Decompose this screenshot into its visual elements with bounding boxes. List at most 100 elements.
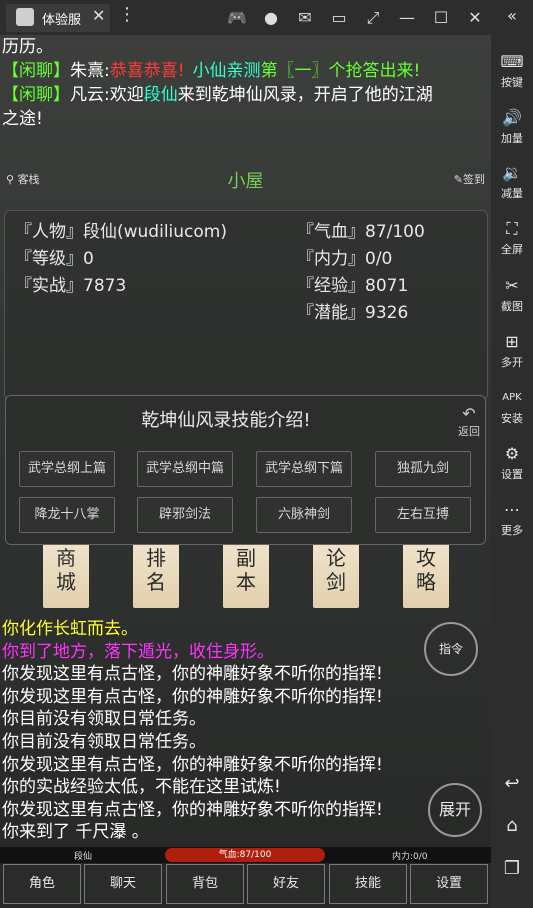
bottom-nav: 角色 聊天 背包 好友 技能 设置 [0, 864, 491, 908]
scroll-shop[interactable]: 商城 [43, 540, 89, 608]
sidebar-label: 截图 [501, 300, 523, 313]
nav-friends[interactable]: 好友 [247, 864, 325, 904]
scroll-ranking[interactable]: 排名 [133, 540, 179, 608]
minimize-icon[interactable]: — [396, 7, 418, 29]
scroll-guide[interactable]: 攻略 [403, 540, 449, 608]
chat-text: 恭喜恭喜! [109, 61, 185, 81]
stat-exp: 『经验』8071 [297, 276, 409, 296]
sidebar-item-install[interactable]: APK 安装 [491, 388, 533, 426]
chat-sender: 凡云: [70, 85, 110, 105]
nav-chat[interactable]: 聊天 [84, 864, 162, 904]
player-status-bar: 段仙 气血:87/100 内力:0/0 [0, 847, 491, 863]
stat-level: 『等级』0 [15, 249, 94, 269]
scissors-icon: ✂ [505, 276, 519, 295]
recent-apps-icon[interactable]: ❐ [491, 858, 533, 879]
skill-button[interactable]: 左右互搏 [375, 497, 471, 533]
chat-line: 历历。 [2, 35, 490, 59]
dialog-back-button[interactable]: ↶ 返回 [458, 404, 480, 439]
chat-text: 第〖一〗个抢答出来! [260, 61, 421, 81]
account-icon[interactable]: ● [260, 7, 282, 29]
sidebar-label: 按键 [501, 76, 523, 89]
multi-open-icon: ⊞ [505, 332, 519, 351]
sidebar-label: 全屏 [501, 243, 523, 256]
fullscreen-icon: ⛶ [506, 219, 518, 238]
scroll-label: 论剑 [326, 546, 346, 594]
log-line: 你发现这里有点古怪，你的神雕好象不听你的指挥! [2, 664, 383, 685]
gear-icon: ⚙ [504, 444, 520, 463]
collapse-sidebar-icon[interactable]: « [491, 6, 533, 25]
sidebar-item-settings[interactable]: ⚙ 设置 [491, 444, 533, 482]
sidebar-item-volume-down[interactable]: 🔉 减量 [491, 163, 533, 201]
sidebar-item-keys[interactable]: ⌨ 按键 [491, 52, 533, 90]
log-line: 你发现这里有点古怪，你的神雕好象不听你的指挥! [2, 754, 383, 775]
sidebar-label: 加量 [501, 132, 523, 145]
status-mp: 内力:0/0 [392, 852, 428, 862]
scroll-duel[interactable]: 论剑 [313, 540, 359, 608]
skill-button[interactable]: 武学总纲上篇 [19, 451, 115, 487]
sign-in-link[interactable]: ✎签到 [454, 171, 485, 187]
sidebar-label: 多开 [501, 356, 523, 369]
character-stats-panel: 『人物』段仙(wudiliucom) 『等级』0 『实战』7873 『气血』87… [4, 210, 488, 400]
log-line: 你发现这里有点古怪，你的神雕好象不听你的指挥! [2, 799, 383, 820]
status-player-name: 段仙 [74, 852, 93, 862]
log-line: 你化作长虹而去。 [2, 619, 138, 639]
stat-person: 『人物』段仙(wudiliucom) [15, 222, 227, 242]
stat-mp: 『内力』0/0 [297, 249, 393, 269]
nav-backpack[interactable]: 背包 [166, 864, 244, 904]
sidebar-label: 更多 [501, 524, 523, 537]
sign-in-label: 签到 [463, 173, 485, 186]
back-label: 返回 [458, 425, 480, 438]
sidebar-item-fullscreen[interactable]: ⛶ 全屏 [491, 219, 533, 257]
pin-icon[interactable]: ⤢ [362, 7, 384, 29]
close-icon[interactable]: ✕ [464, 7, 486, 29]
expand-button[interactable]: 展开 [428, 783, 482, 837]
message-log: 你化作长虹而去。 你到了地方，落下遁光，收住身形。 你发现这里有点古怪，你的神雕… [2, 618, 422, 844]
apk-icon: APK [502, 392, 522, 403]
sidebar-label: 安装 [501, 412, 523, 425]
chat-line: 【闲聊】凡云:欢迎段仙来到乾坤仙风录，开启了他的江湖 [2, 83, 490, 107]
sidebar-item-more[interactable]: ⋯ 更多 [491, 500, 533, 538]
hp-bar: 气血:87/100 [165, 848, 325, 862]
skill-button[interactable]: 辟邪剑法 [137, 497, 233, 533]
skill-button[interactable]: 武学总纲中篇 [137, 451, 233, 487]
skill-button[interactable]: 武学总纲下篇 [256, 451, 352, 487]
chat-text: 小仙亲测 [192, 61, 261, 81]
scroll-label: 副本 [236, 546, 256, 594]
log-line: 你的实战经验太低，不能在这里试炼! [2, 777, 281, 798]
skill-button[interactable]: 独孤九剑 [375, 451, 471, 487]
maximize-icon[interactable]: ☐ [430, 7, 452, 29]
menu-kebab-icon[interactable]: ⋮ [118, 6, 136, 24]
nav-character[interactable]: 角色 [3, 864, 81, 904]
command-button[interactable]: 指令 [424, 622, 478, 676]
scroll-label: 攻略 [416, 546, 436, 594]
chat-text: 来到乾坤仙风录，开启了他的江湖 [177, 85, 433, 105]
tab-close-icon[interactable]: ✕ [92, 6, 105, 25]
chat-line: 之途! [2, 107, 490, 131]
chat-sender: 朱熹: [70, 61, 110, 81]
sidebar-label: 减量 [501, 187, 523, 200]
skill-button[interactable]: 六脉神剑 [256, 497, 352, 533]
nav-skills[interactable]: 技能 [329, 864, 407, 904]
mail-icon[interactable]: ✉ [294, 7, 316, 29]
sidebar-item-screenshot[interactable]: ✂ 截图 [491, 276, 533, 314]
skill-button[interactable]: 降龙十八掌 [19, 497, 115, 533]
chat-channel-tag: 【闲聊】 [2, 61, 70, 81]
sidebar-item-multi-open[interactable]: ⊞ 多开 [491, 332, 533, 370]
back-icon[interactable]: ↩ [491, 773, 533, 794]
gamepad-icon[interactable]: 🎮 [226, 7, 248, 29]
emulator-sidebar: « ⌨ 按键 🔊 加量 🔉 减量 ⛶ 全屏 ✂ 截图 ⊞ 多开 APK 安装 ⚙… [491, 0, 533, 908]
minimize-tray-icon[interactable]: ▭ [328, 7, 350, 29]
chat-line: 【闲聊】朱熹:恭喜恭喜! 小仙亲测第〖一〗个抢答出来! [2, 59, 490, 83]
sidebar-item-volume-up[interactable]: 🔊 加量 [491, 108, 533, 146]
log-line: 你到了地方，落下遁光，收住身形。 [2, 641, 274, 662]
chat-player-name: 段仙 [143, 85, 178, 105]
quill-icon: ✎ [453, 173, 463, 186]
home-icon[interactable]: ⌂ [491, 815, 533, 836]
scroll-dungeon[interactable]: 副本 [223, 540, 269, 608]
nav-settings[interactable]: 设置 [410, 864, 488, 904]
tab-title: 体验服 [42, 13, 82, 28]
stat-potential: 『潜能』9326 [297, 303, 409, 323]
log-line: 你发现这里有点古怪，你的神雕好象不听你的指挥! [2, 686, 383, 707]
app-tab[interactable]: 体验服 ✕ [6, 4, 110, 32]
sidebar-label: 设置 [501, 468, 523, 481]
